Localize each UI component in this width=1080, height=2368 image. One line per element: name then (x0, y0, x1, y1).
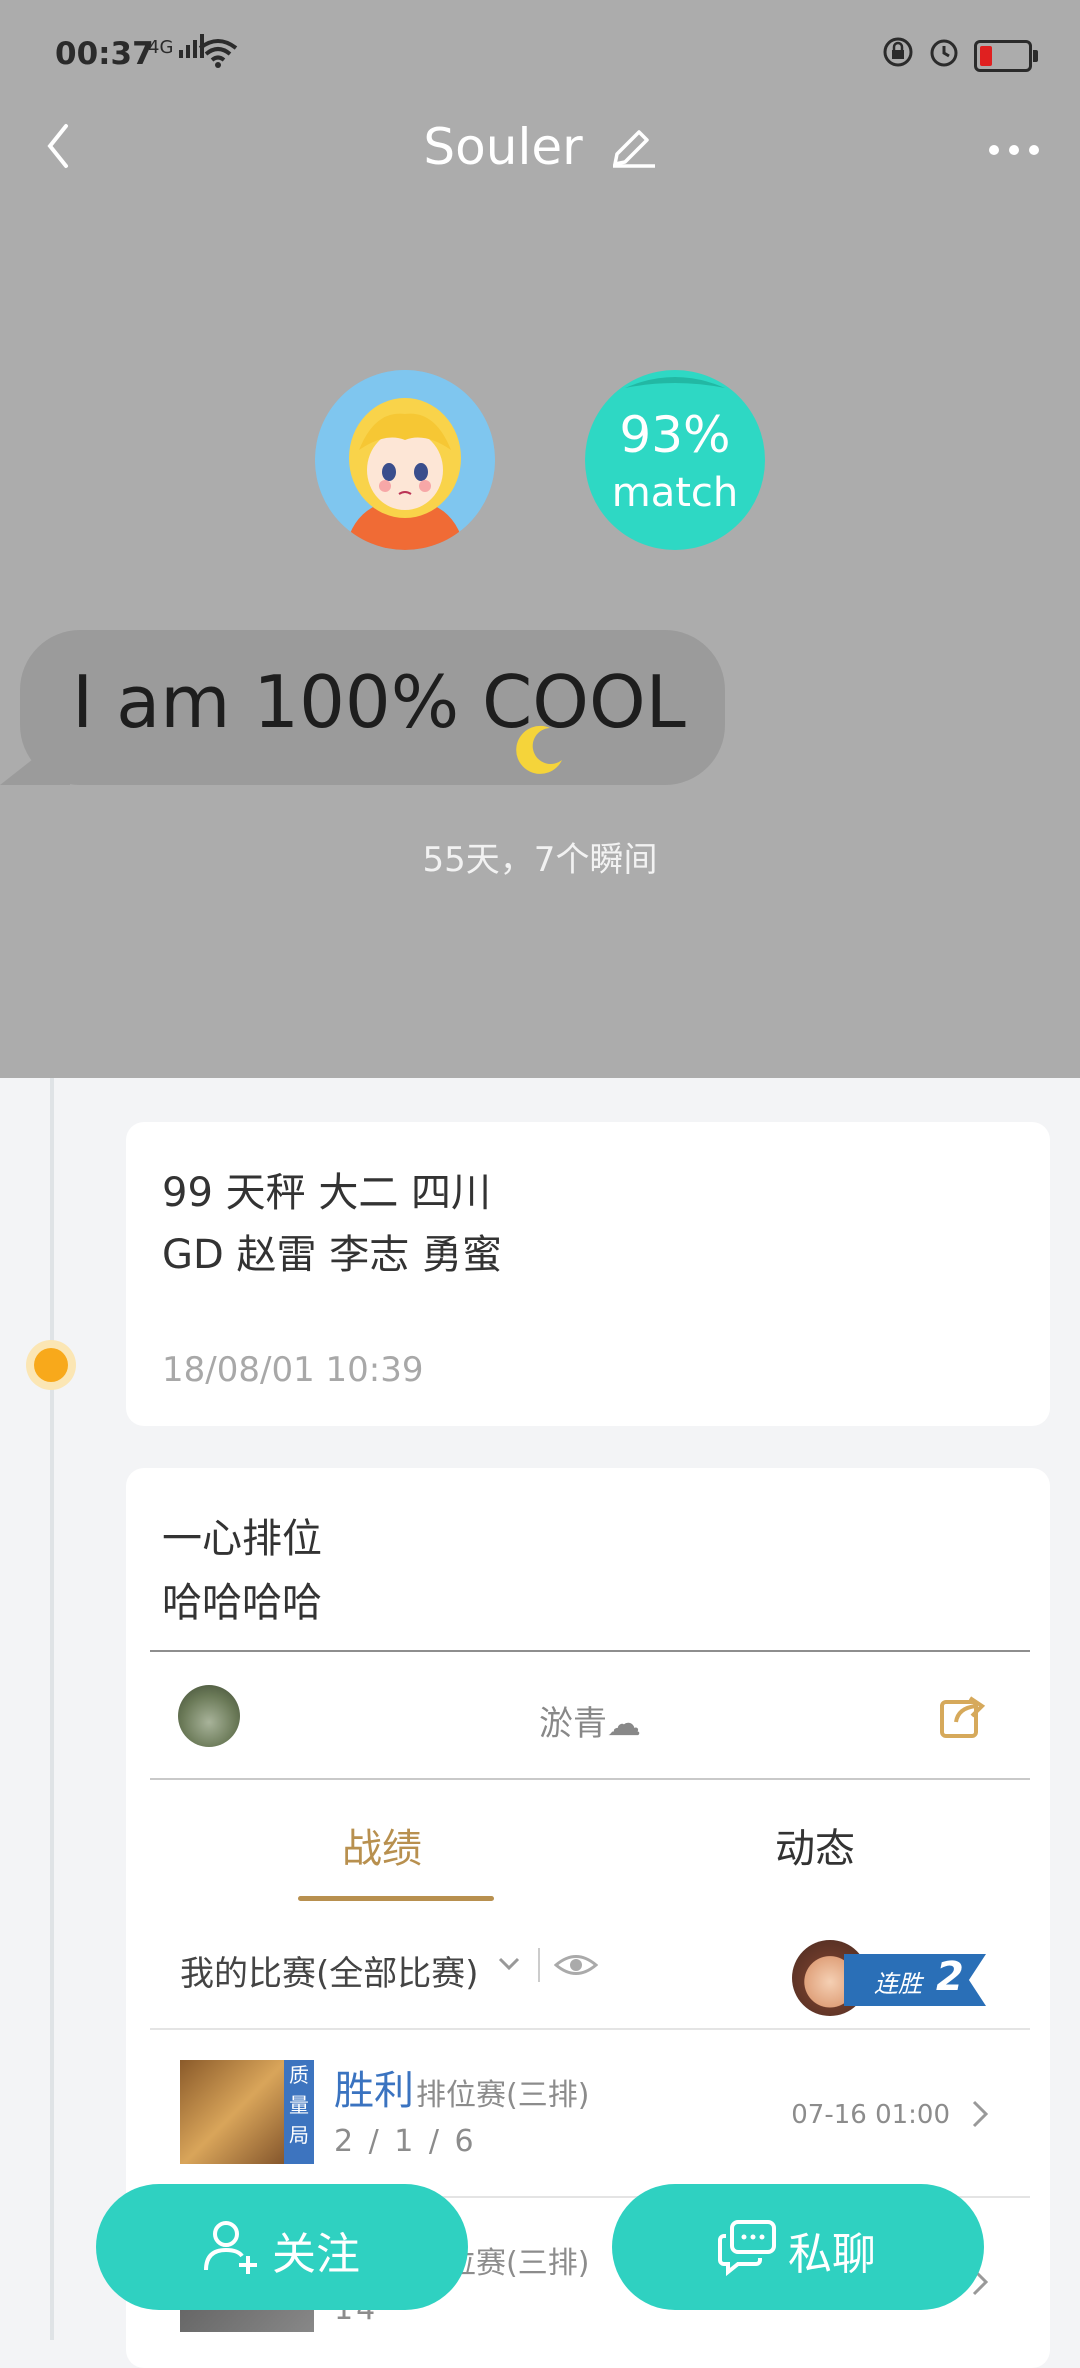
tab-dynamic[interactable]: 动态 (775, 1816, 855, 1874)
filter-row: 我的比赛(全部比赛) 连胜 2 (150, 1904, 1030, 2028)
post-text-line: GD 赵雷 李志 勇蜜 (162, 1232, 502, 1278)
post-text-line: 一心排位 (162, 1516, 322, 1562)
match-label: match (611, 470, 739, 516)
days-count: 55天，7个瞬间 (422, 840, 658, 880)
post-text-line: 哈哈哈哈 (162, 1580, 322, 1626)
alarm-icon (928, 36, 960, 76)
edit-icon[interactable] (609, 122, 657, 180)
follow-button[interactable]: 关注 (96, 2184, 468, 2310)
signal-icon: 4G (148, 34, 205, 58)
battery-icon (974, 40, 1038, 72)
win-streak-badge: 连胜 2 (792, 1940, 986, 2016)
match-badge: 93% match (585, 370, 765, 550)
match-row[interactable]: 质量局 胜利 排位赛(三排) 2 / 1 / 6 07-16 01:00 (150, 2028, 1030, 2198)
chevron-down-icon[interactable] (496, 1950, 522, 1976)
streak-count: 2 (936, 1954, 964, 2000)
lock-rotation-icon (882, 36, 914, 76)
post-text-line: 99 天秤 大二 四川 (162, 1170, 492, 1216)
match-filter-dropdown[interactable]: 我的比赛(全部比赛) (180, 1946, 479, 1995)
streak-ribbon: 连胜 2 (844, 1954, 986, 2006)
follow-label: 关注 (272, 2229, 360, 2280)
hero-tag: 质量局 (284, 2060, 314, 2164)
add-user-icon (200, 2214, 264, 2278)
wave-icon (625, 377, 725, 388)
record-tabs: 战绩 动态 (150, 1780, 1030, 1904)
post-card[interactable]: 99 天秤 大二 四川 GD 赵雷 李志 勇蜜 18/08/01 10:39 (126, 1122, 1050, 1426)
network-type: 4G (148, 37, 174, 58)
page-title: Souler (423, 118, 583, 176)
chat-bubble-icon (716, 2214, 780, 2278)
cartoon-girl-avatar-icon (315, 370, 495, 550)
signature-text: I am 100% COOL (72, 660, 686, 744)
bubble-tail (0, 730, 70, 785)
more-dots-icon (989, 145, 1039, 155)
status-time: 00:37 (55, 36, 154, 72)
embed-header: 淤青☁ (150, 1652, 1030, 1780)
hero-portrait-icon: 质量局 (180, 2060, 314, 2164)
chevron-right-icon (970, 2098, 990, 2130)
post-time: 18/08/01 10:39 (162, 1350, 424, 1390)
share-icon[interactable] (936, 1688, 990, 1742)
chat-label: 私聊 (788, 2229, 876, 2280)
page-title-row: Souler (0, 118, 1080, 180)
moon-icon (510, 720, 570, 780)
wifi-icon (198, 38, 238, 76)
tab-indicator (298, 1896, 494, 1901)
status-bar: 00:37 4G (0, 0, 1080, 110)
match-time: 07-16 01:00 (791, 2100, 950, 2130)
avatar[interactable] (315, 370, 495, 550)
match-kda: 2 / 1 / 6 (334, 2124, 477, 2159)
match-percent: 93% (619, 406, 731, 464)
streak-label: 连胜 (874, 1970, 922, 1998)
match-mode: 排位赛(三排) (416, 2078, 590, 2113)
timeline-line (50, 1078, 54, 2340)
more-button[interactable] (984, 130, 1044, 170)
chat-button[interactable]: 私聊 (612, 2184, 984, 2310)
embed-user-name: 淤青☁ (539, 1704, 641, 1744)
eye-icon[interactable] (553, 1948, 599, 1982)
match-result: 胜利 (334, 2068, 414, 2114)
divider (538, 1948, 540, 1982)
tab-record[interactable]: 战绩 (342, 1816, 422, 1874)
timeline-dot (26, 1340, 76, 1390)
